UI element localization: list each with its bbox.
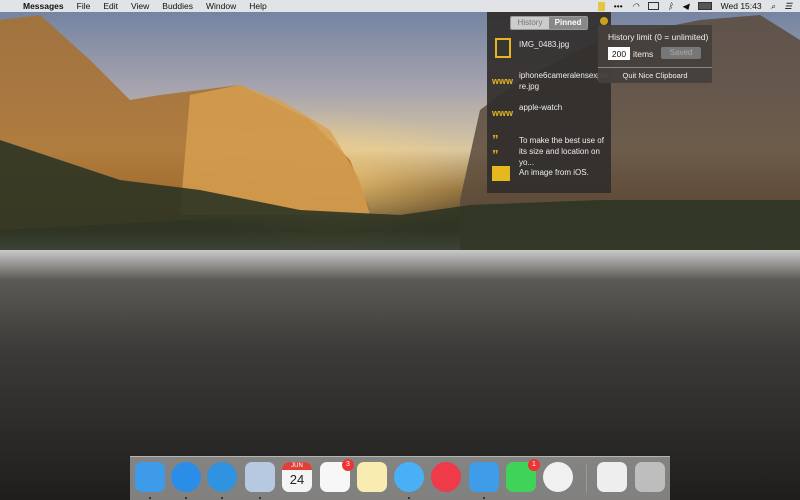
running-indicator [221, 497, 223, 499]
clipboard-panel: History Pinned IMG_0483.jpg www iphone6c… [487, 12, 611, 193]
clip-item-text: apple-watch [519, 103, 563, 112]
settings-popover: History limit (0 = unlimited) items Save… [598, 25, 712, 83]
menu-view[interactable]: View [131, 1, 149, 11]
quit-button[interactable]: Quit Nice Clipboard [598, 71, 712, 80]
running-indicator [259, 497, 261, 499]
calendar-month: JUN [282, 462, 312, 470]
notification-center-icon[interactable]: ☰ [784, 1, 792, 12]
clip-item[interactable]: www iphone6cameralensexplore.jpg [487, 70, 611, 100]
dock-photos-icon[interactable] [543, 462, 573, 492]
bluetooth-icon[interactable]: ᛒ [668, 1, 673, 11]
www-icon: www [492, 108, 514, 118]
dock-notes-icon[interactable] [357, 462, 387, 492]
dock-finder-icon[interactable] [135, 462, 165, 492]
wifi-icon[interactable]: ◠ [632, 1, 639, 12]
menu-bar: Messages File Edit View Buddies Window H… [0, 0, 800, 12]
divider [598, 67, 712, 68]
quote-icon: ”” [492, 132, 499, 162]
battery-icon[interactable] [697, 2, 712, 10]
menu-app-name[interactable]: Messages [23, 1, 64, 11]
dock: JUN 24 3 1 [130, 456, 670, 500]
dock-separator [586, 463, 587, 493]
clip-item[interactable]: www apple-watch [487, 102, 611, 132]
dock-tweetbot-icon[interactable] [469, 462, 499, 492]
clip-item-text: iphone6cameralensexplore.jpg [519, 71, 608, 91]
dock-facetime-icon[interactable]: 1 [506, 459, 540, 492]
www-icon: www [492, 76, 514, 86]
dock-calendar-icon[interactable]: JUN 24 [282, 462, 312, 492]
clip-item-text: An image from iOS. [519, 168, 589, 177]
tab-pinned[interactable]: Pinned [549, 17, 587, 29]
menu-edit[interactable]: Edit [103, 1, 118, 11]
saved-button[interactable]: Saved [661, 47, 701, 59]
menu-file[interactable]: File [77, 1, 91, 11]
menu-window[interactable]: Window [206, 1, 236, 11]
volume-icon[interactable]: ◀ [682, 1, 689, 12]
display-icon[interactable] [647, 2, 659, 10]
tab-group: History Pinned [510, 16, 588, 30]
more-icon[interactable]: ••• [614, 1, 623, 11]
badge: 1 [528, 459, 540, 471]
dock-safari-icon[interactable] [207, 462, 237, 492]
items-label: items [633, 49, 654, 59]
menu-help[interactable]: Help [249, 1, 266, 11]
history-limit-label: History limit (0 = unlimited) [608, 32, 709, 42]
tab-history[interactable]: History [511, 17, 549, 29]
dock-messages-icon[interactable] [394, 462, 424, 492]
clip-item-text: IMG_0483.jpg [519, 40, 570, 49]
dock-app-store-icon[interactable] [171, 462, 201, 492]
clip-item[interactable]: ”” To make the best use of its size and … [487, 132, 611, 167]
gear-icon[interactable] [600, 17, 608, 25]
clipboard-icon[interactable] [597, 1, 605, 11]
search-icon[interactable]: ⌕ [771, 1, 776, 12]
file-icon [495, 38, 511, 58]
clip-item[interactable]: IMG_0483.jpg [487, 36, 611, 66]
image-icon [492, 166, 510, 181]
dock-trash-icon[interactable] [635, 462, 665, 492]
history-limit-input[interactable] [608, 47, 630, 60]
dock-mail-icon[interactable] [245, 462, 275, 492]
badge: 3 [342, 459, 354, 471]
clock[interactable]: Wed 15:43 [721, 1, 762, 11]
running-indicator [408, 497, 410, 499]
running-indicator [149, 497, 151, 499]
running-indicator [185, 497, 187, 499]
menu-buddies[interactable]: Buddies [162, 1, 193, 11]
dock-itunes-icon[interactable] [431, 462, 461, 492]
clip-item[interactable]: An image from iOS. [487, 164, 611, 194]
dock-reminders-icon[interactable]: 3 [320, 459, 354, 492]
running-indicator [483, 497, 485, 499]
dock-document-icon[interactable] [597, 462, 627, 492]
